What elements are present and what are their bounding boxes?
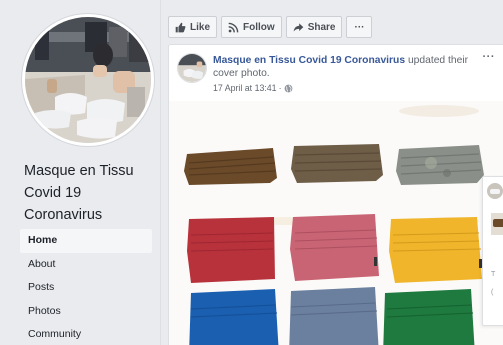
column-divider <box>160 0 161 345</box>
rss-follow-icon <box>228 22 239 32</box>
post-meta: 17 April at 13:41 · <box>213 83 293 93</box>
popup-text-1: T <box>491 271 496 278</box>
thumbs-up-icon <box>175 22 186 32</box>
mask-row-2 <box>187 214 482 283</box>
profile-picture <box>25 17 151 143</box>
post-author-avatar[interactable] <box>177 53 207 83</box>
page-sidebar: Masque en Tissu Covid 19 Coronavirus Hom… <box>0 0 160 345</box>
post-headline: Masque en Tissu Covid 19 Coronavirus upd… <box>213 54 473 80</box>
mask-row-3 <box>189 287 475 345</box>
globe-icon[interactable] <box>284 84 293 93</box>
share-arrow-icon <box>293 22 303 32</box>
popup-thumbnail <box>491 213 503 235</box>
popup-avatar <box>487 183 503 199</box>
nav-item-photos[interactable]: Photos <box>20 300 152 324</box>
nav-item-home[interactable]: Home <box>20 229 152 253</box>
share-label: Share <box>307 21 336 33</box>
nav-item-posts[interactable]: Posts <box>20 276 152 300</box>
nav-item-community[interactable]: Community <box>20 323 152 345</box>
page-navigation: Home About Posts Photos Community <box>20 229 152 345</box>
share-button[interactable]: Share <box>285 16 343 38</box>
post-header: Masque en Tissu Covid 19 Coronavirus upd… <box>169 45 503 101</box>
post-card: Masque en Tissu Covid 19 Coronavirus upd… <box>168 44 503 345</box>
nav-item-about[interactable]: About <box>20 253 152 277</box>
more-options-button[interactable]: ··· <box>346 16 373 38</box>
follow-label: Follow <box>243 21 275 33</box>
more-options-icon: ··· <box>354 21 365 33</box>
like-button[interactable]: Like <box>168 16 218 38</box>
meta-separator: · <box>278 83 282 93</box>
profile-picture-frame[interactable] <box>22 14 154 146</box>
post-author-link[interactable]: Masque en Tissu Covid 19 Coronavirus <box>213 55 405 66</box>
page-name[interactable]: Masque en Tissu Covid 19 Coronavirus <box>24 160 154 226</box>
post-timestamp[interactable]: 17 April at 13:41 <box>213 83 277 93</box>
cover-photo-masks[interactable] <box>169 101 503 345</box>
like-label: Like <box>190 21 211 33</box>
side-popup-card[interactable]: T ( <box>482 176 503 326</box>
popup-text-2: ( <box>491 289 494 296</box>
page-action-bar: Like Follow Share ··· <box>168 16 373 38</box>
follow-button[interactable]: Follow <box>221 16 282 38</box>
post-options-button[interactable]: ··· <box>483 51 496 63</box>
